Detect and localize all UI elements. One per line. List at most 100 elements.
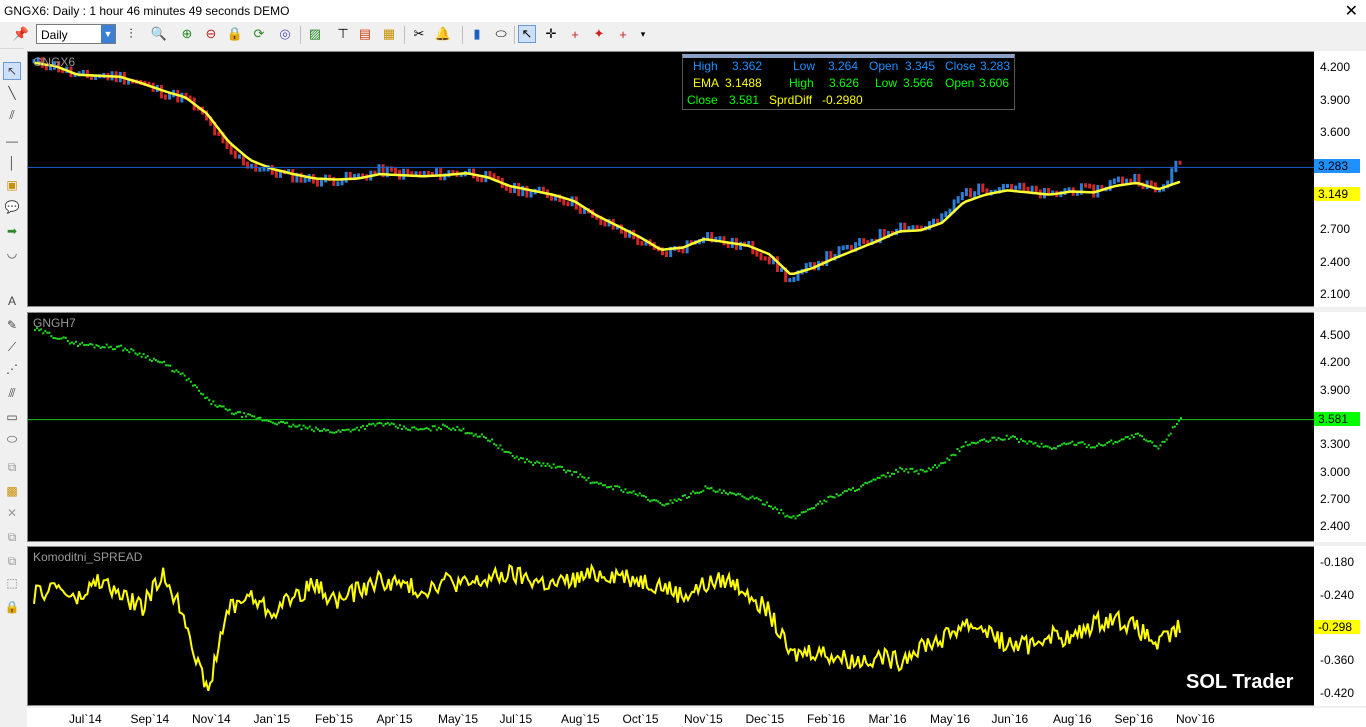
price-dot — [981, 439, 984, 442]
scissors-icon[interactable]: ✂ — [410, 25, 428, 43]
price-dot — [1050, 447, 1053, 450]
price-dot — [546, 462, 549, 465]
price-dot — [1071, 440, 1074, 443]
price-dot — [661, 503, 664, 506]
pin-icon[interactable]: 📌 — [12, 25, 30, 43]
price-dot — [339, 430, 342, 433]
indicator-icon[interactable]: ◎ — [276, 25, 294, 43]
mouse-icon[interactable]: ⬭ — [492, 25, 510, 43]
price-dot — [665, 503, 668, 506]
price-dot — [530, 461, 533, 464]
lock-icon[interactable]: 🔒 — [226, 25, 244, 43]
zoom-out-icon[interactable]: ⊖ — [202, 25, 220, 43]
chevron-down-icon[interactable]: ▼ — [101, 25, 115, 43]
dotted-rect-tool-icon[interactable]: ⬚ — [3, 574, 21, 592]
copy-tool-icon[interactable]: ⧉ — [3, 528, 21, 546]
price-dot — [667, 502, 670, 505]
time-tick-label: May`16 — [930, 712, 971, 726]
price-dot — [952, 453, 955, 456]
price-dot — [911, 467, 914, 470]
hline-tool-icon[interactable]: — — [3, 132, 21, 150]
bar-type-icon[interactable]: ⫶ — [122, 25, 140, 43]
picture-tool-icon[interactable]: ▩ — [3, 482, 21, 500]
price-dot — [948, 458, 951, 461]
price-axis-gngh7[interactable]: 4.5004.2003.9003.6003.3003.0002.7002.400… — [1314, 312, 1366, 542]
text-tool-icon[interactable]: A — [3, 292, 21, 310]
price-dot — [267, 420, 270, 423]
crosshair-dot-icon[interactable]: ✦ — [590, 25, 608, 43]
pencil-tool-icon[interactable]: ✎ — [3, 316, 21, 334]
chart-style-icon[interactable]: ▨ — [306, 25, 324, 43]
price-dot — [761, 503, 764, 506]
save-template-icon[interactable]: ▦ — [380, 25, 398, 43]
parallel-tool-icon[interactable]: ⫻ — [3, 384, 21, 402]
refresh-icon[interactable]: ⟳ — [250, 25, 268, 43]
rectangle-tool-icon[interactable]: ▭ — [3, 408, 21, 426]
callout-tool-icon[interactable]: 💬 — [3, 198, 21, 216]
price-bar — [915, 225, 919, 230]
price-dot — [169, 364, 172, 367]
price-dot — [357, 429, 360, 432]
time-tick-label: Feb`15 — [315, 712, 354, 726]
crosshair-arrow-icon[interactable]: + — [614, 25, 632, 43]
watermark-logo: SOL Trader — [1186, 671, 1294, 693]
crosshair-icon[interactable]: ✛ — [542, 25, 560, 43]
delete-tool-icon[interactable]: ✕ — [3, 504, 21, 522]
price-dot — [239, 411, 242, 414]
gngx6-price-chart — [28, 57, 1314, 283]
price-dot — [140, 355, 143, 358]
arrow-tool-icon[interactable]: ➡ — [3, 222, 21, 240]
price-pane-gngh7[interactable]: GNGH7 — [27, 312, 1315, 542]
template-icon[interactable]: ▤ — [356, 25, 374, 43]
vline-tool-icon[interactable]: │ — [3, 154, 21, 172]
info-open2-label: Open — [945, 76, 975, 90]
layers-tool-icon[interactable]: ⧉ — [3, 458, 21, 476]
price-dot — [919, 468, 922, 471]
price-dot — [1048, 446, 1051, 449]
price-bar — [981, 183, 985, 193]
period-select[interactable]: Daily ▼ — [36, 24, 116, 44]
price-pane-gngx6[interactable]: GNGX6 High 3.362 Low 3.264 Open 3.345 Cl… — [27, 51, 1315, 307]
close-icon[interactable]: ✕ — [1345, 1, 1358, 21]
price-dot — [1138, 434, 1141, 437]
arc-tool-icon[interactable]: ◡ — [3, 244, 21, 262]
price-dot — [1093, 446, 1096, 449]
fan-tool-icon[interactable]: ⋰ — [3, 360, 21, 378]
price-dot — [310, 428, 313, 431]
zoom-in-icon[interactable]: ⊕ — [178, 25, 196, 43]
hierarchy-icon[interactable]: ⊤ — [334, 25, 352, 43]
price-bar — [1014, 185, 1018, 191]
zoom-icon[interactable]: 🔍 — [150, 25, 168, 43]
price-dot — [273, 422, 276, 425]
cursor-icon[interactable]: ↖ — [518, 25, 536, 43]
price-dot — [876, 476, 879, 479]
save-icon[interactable]: ▮ — [468, 25, 486, 43]
more-icon[interactable]: ▾ — [634, 25, 652, 43]
price-dot — [232, 413, 235, 416]
price-dot — [386, 421, 389, 424]
price-dot — [298, 424, 301, 427]
price-dot — [599, 482, 602, 485]
select-tool-icon[interactable]: ↖ — [3, 62, 21, 80]
note-tool-icon[interactable]: ▣ — [3, 176, 21, 194]
alert-bell-icon[interactable]: 🔔 — [434, 25, 452, 43]
time-tick-label: Apr`15 — [376, 712, 413, 726]
price-dot — [1165, 438, 1168, 441]
spread-pane[interactable]: Komoditni_SPREAD — [27, 546, 1315, 706]
price-dot — [610, 485, 613, 488]
spread-axis[interactable]: -0.180-0.240-0.300-0.360-0.420-0.298 — [1314, 546, 1366, 706]
crosshair-red-icon[interactable]: + — [566, 25, 584, 43]
price-dot — [1130, 434, 1133, 437]
price-axis-gngx6[interactable]: 4.2003.9003.6003.3003.0002.7002.4002.100… — [1314, 51, 1366, 307]
duplicate-tool-icon[interactable]: ⧉ — [3, 552, 21, 570]
time-axis[interactable]: Jul`14 Sep`14 Nov`14 Jan`15 Feb`15 Apr`15 May`… — [27, 708, 1366, 727]
price-dot — [931, 466, 934, 469]
ray-tool-icon[interactable]: ⟋ — [3, 338, 21, 356]
ellipse-tool-icon[interactable]: ⬭ — [3, 430, 21, 448]
price-dot — [101, 346, 104, 349]
lock-tool-icon[interactable]: 🔒 — [3, 598, 21, 616]
price-dot — [821, 502, 824, 505]
axis-tick-label: 2.400 — [1320, 519, 1351, 534]
line-tool-icon[interactable]: ╲ — [3, 84, 21, 102]
channel-tool-icon[interactable]: ⫽ — [3, 106, 21, 124]
